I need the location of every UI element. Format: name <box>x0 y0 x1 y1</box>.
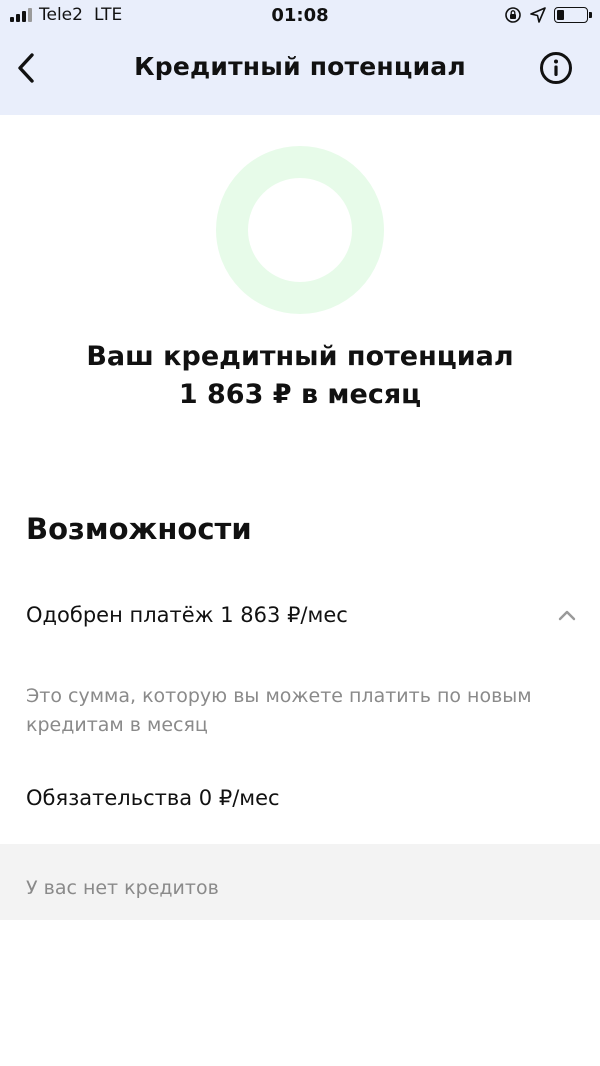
status-bar: Tele2 LTE 01:08 <box>0 0 600 34</box>
battery-icon <box>554 7 592 23</box>
credit-potential-ring <box>216 146 384 314</box>
info-button[interactable] <box>538 50 574 86</box>
header-area: Tele2 LTE 01:08 Кредитный потенциал <box>0 0 600 115</box>
orientation-lock-icon <box>505 7 521 23</box>
nav-bar: Кредитный потенциал <box>0 34 600 104</box>
summary-line-1: Ваш кредитный потенциал <box>86 341 514 372</box>
approved-payment-description: Это сумма, которую вы можете платить по … <box>26 685 532 736</box>
credit-potential-summary: Ваш кредитный потенциал 1 863 ₽ в месяц <box>0 338 600 414</box>
page-title: Кредитный потенциал <box>134 52 466 81</box>
approved-payment-label: Одобрен платёж 1 863 ₽/мес <box>26 603 348 627</box>
chevron-up-icon[interactable] <box>556 605 578 627</box>
location-arrow-icon <box>530 7 546 23</box>
no-credits-text: У вас нет кредитов <box>26 877 219 899</box>
obligations-row[interactable]: Обязательства 0 ₽/мес <box>26 786 280 810</box>
status-right <box>504 6 592 24</box>
approved-payment-row[interactable]: Одобрен платёж 1 863 ₽/мес <box>26 603 578 635</box>
section-title: Возможности <box>26 512 252 546</box>
no-credits-panel: У вас нет кредитов <box>0 844 600 920</box>
summary-amount: 1 863 ₽ в месяц <box>178 379 422 410</box>
info-icon <box>540 52 572 84</box>
